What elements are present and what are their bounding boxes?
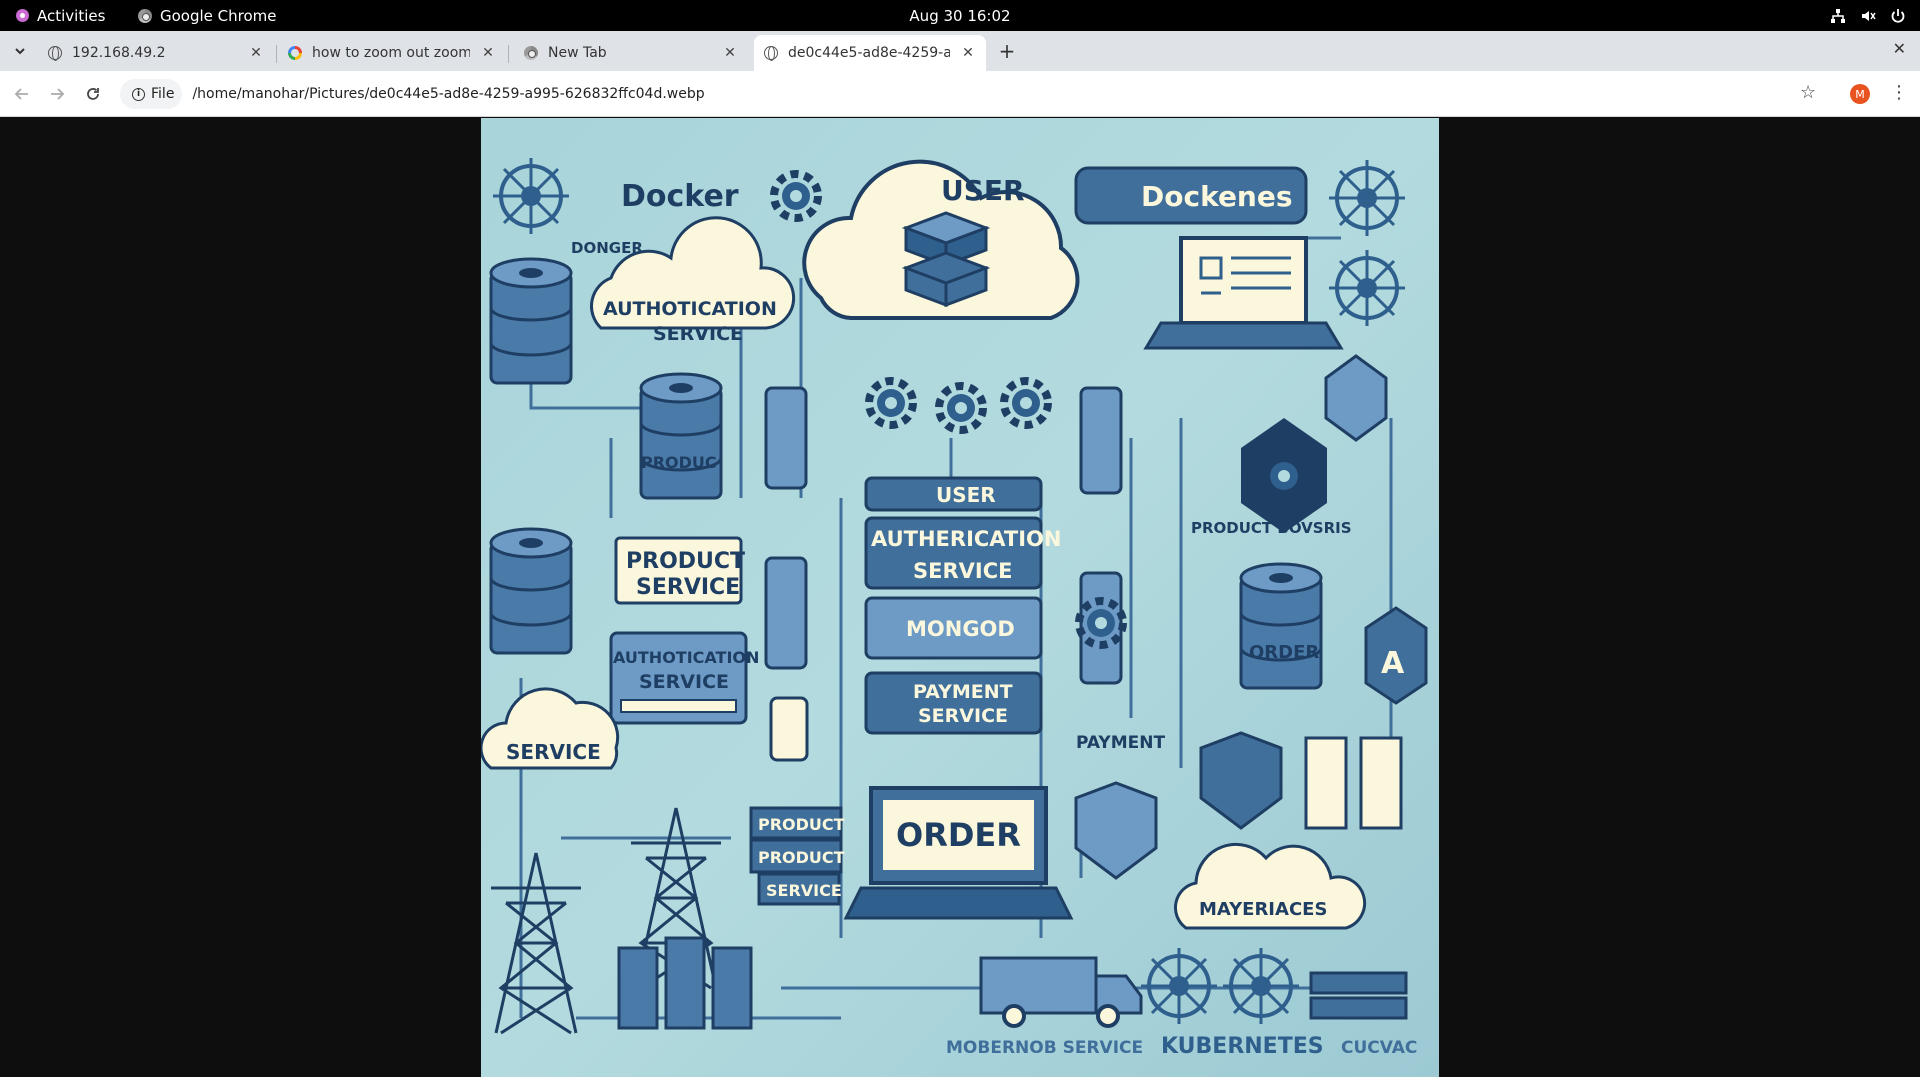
payment-label: PAYMENT bbox=[1076, 733, 1165, 753]
displayed-image[interactable]: Docker DONGER USER Dockenes AUTHOTICATIO… bbox=[481, 118, 1439, 1077]
chrome-icon bbox=[138, 8, 152, 23]
activities-button[interactable]: Activities bbox=[16, 0, 105, 31]
stack-label-2: PRODUCT bbox=[758, 848, 845, 867]
browser-toolbar: i File /home/manohar/Pictures/de0c44e5-a… bbox=[0, 71, 1920, 117]
app-name: Google Chrome bbox=[160, 6, 277, 25]
system-tray[interactable] bbox=[1830, 0, 1906, 31]
payment-box-label-1: PAYMENT bbox=[913, 681, 1013, 703]
microservices-illustration: Docker DONGER USER Dockenes AUTHOTICATIO… bbox=[481, 156, 1428, 1059]
tab-1[interactable]: 192.168.49.2 ✕ bbox=[38, 35, 274, 71]
tab-title: New Tab bbox=[548, 45, 607, 61]
volume-muted-icon bbox=[1862, 10, 1876, 21]
footer-label-1: MOBERNOB SERVICE bbox=[946, 1038, 1143, 1058]
address-bar[interactable]: i File /home/manohar/Pictures/de0c44e5-a… bbox=[120, 79, 1820, 109]
bookmark-star-icon[interactable]: ☆ bbox=[1800, 82, 1816, 103]
globe-icon bbox=[764, 46, 778, 61]
power-icon bbox=[1891, 8, 1905, 23]
auth-service-label-1: AUTHOTICATION bbox=[613, 648, 759, 667]
footer-label-3: CUCVAC bbox=[1341, 1038, 1417, 1058]
auth-cloud-label-1: AUTHOTICATION bbox=[603, 298, 777, 320]
globe-icon bbox=[48, 46, 62, 61]
product-service-label-1: PRODUCT bbox=[626, 549, 745, 574]
activities-icon bbox=[16, 9, 29, 22]
auth-service-label-2: SERVICE bbox=[639, 671, 729, 693]
forward-button[interactable] bbox=[45, 82, 69, 106]
profile-avatar[interactable]: M bbox=[1850, 84, 1870, 104]
docker-label: Docker bbox=[621, 179, 739, 214]
stack-label-3: SERVICE bbox=[766, 881, 842, 900]
google-icon bbox=[288, 46, 302, 60]
tab-2[interactable]: how to zoom out zoom in ✕ bbox=[278, 35, 506, 71]
chrome-icon bbox=[524, 46, 538, 60]
app-menu[interactable]: Google Chrome bbox=[138, 0, 277, 31]
dockenes-label: Dockenes bbox=[1141, 180, 1293, 213]
arrow-right-icon bbox=[51, 88, 65, 100]
order-db-label: ORDER bbox=[1249, 642, 1319, 663]
mongo-box-label: MONGOD bbox=[906, 617, 1015, 641]
stack-label-1: PRODUCT bbox=[758, 815, 845, 834]
user-box-label: USER bbox=[936, 483, 996, 507]
window-close-button[interactable]: ✕ bbox=[1893, 39, 1906, 58]
close-icon[interactable]: ✕ bbox=[480, 45, 496, 61]
tab-title: de0c44e5-ad8e-4259-a9 bbox=[788, 45, 950, 61]
new-tab-button[interactable]: + bbox=[995, 39, 1019, 63]
close-icon[interactable]: ✕ bbox=[960, 45, 976, 61]
activities-label: Activities bbox=[37, 6, 106, 25]
product-service-label-2: SERVICE bbox=[636, 575, 740, 600]
arrow-left-icon bbox=[14, 88, 28, 100]
mayeriaces-label: MAYERIACES bbox=[1199, 899, 1327, 920]
close-icon[interactable]: ✕ bbox=[248, 45, 264, 61]
more-menu-icon[interactable]: ⋮ bbox=[1890, 82, 1908, 103]
system-top-bar: Activities Google Chrome Aug 30 16:02 bbox=[0, 0, 1920, 31]
svg-text:A: A bbox=[1381, 646, 1405, 681]
site-info-chip[interactable]: i File bbox=[120, 79, 183, 109]
tab-3[interactable]: New Tab ✕ bbox=[514, 35, 748, 71]
close-icon[interactable]: ✕ bbox=[722, 45, 738, 61]
back-button[interactable] bbox=[10, 82, 34, 106]
product-bovs-label: PRODUCT BOVSRIS bbox=[1191, 519, 1352, 537]
order-screen-label: ORDER bbox=[896, 816, 1021, 854]
footer-label-2: KUBERNETES bbox=[1161, 1034, 1324, 1059]
auth-cloud-label-2: SERVICE bbox=[653, 323, 743, 345]
tab-search-button[interactable] bbox=[8, 39, 32, 63]
tab-4-active[interactable]: de0c44e5-ad8e-4259-a9 ✕ bbox=[754, 35, 986, 71]
product-db-label: PRODUC bbox=[641, 453, 717, 472]
site-info-label: File bbox=[151, 86, 175, 102]
payment-box-label-2: SERVICE bbox=[918, 705, 1008, 727]
service-cloud-label: SERVICE bbox=[506, 740, 601, 764]
reload-button[interactable] bbox=[81, 82, 105, 106]
auth-box-label-1: AUTHERICATION bbox=[871, 527, 1062, 551]
network-icon bbox=[1831, 8, 1845, 23]
auth-box-label-2: SERVICE bbox=[913, 559, 1012, 583]
clock[interactable]: Aug 30 16:02 bbox=[909, 7, 1010, 25]
tab-title: 192.168.49.2 bbox=[72, 45, 166, 61]
image-viewer: Docker DONGER USER Dockenes AUTHOTICATIO… bbox=[0, 118, 1920, 1077]
reload-icon bbox=[87, 88, 99, 100]
info-icon: i bbox=[132, 87, 145, 101]
user-cloud-label: USER bbox=[941, 174, 1025, 207]
tab-title: how to zoom out zoom in bbox=[312, 45, 470, 61]
tab-strip: 192.168.49.2 ✕ how to zoom out zoom in ✕… bbox=[0, 31, 1920, 71]
chevron-down-icon bbox=[15, 48, 25, 55]
url-text[interactable]: /home/manohar/Pictures/de0c44e5-ad8e-425… bbox=[192, 86, 704, 102]
